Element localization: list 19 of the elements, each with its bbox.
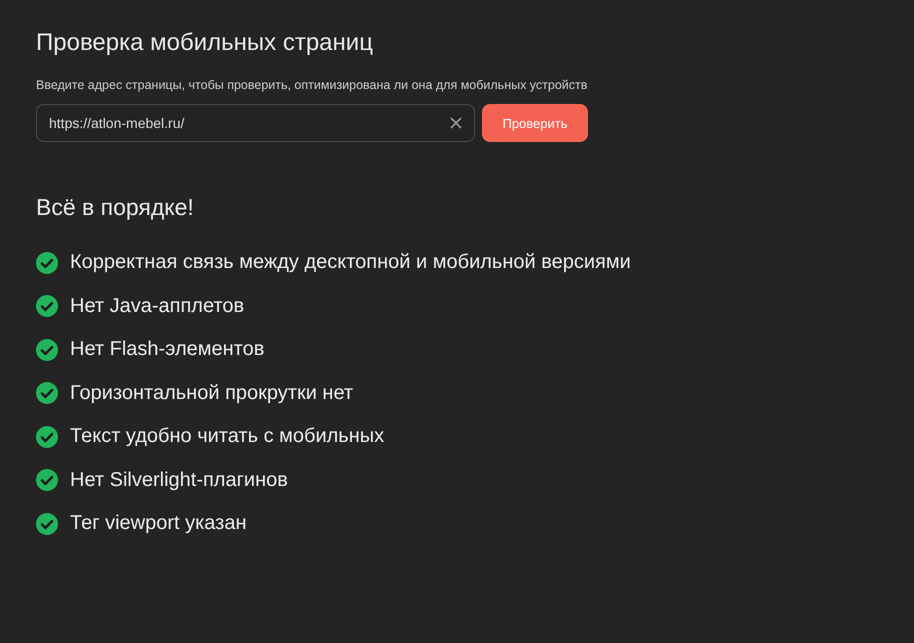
check-result-text: Тег viewport указан: [70, 512, 247, 536]
check-result-text: Нет Java-апплетов: [70, 294, 244, 318]
check-icon: [36, 512, 58, 535]
clear-icon[interactable]: [450, 117, 462, 129]
result-heading: Всё в порядке!: [36, 193, 195, 222]
check-result-text: Нет Flash-элементов: [70, 338, 264, 362]
check-icon: [36, 382, 58, 404]
check-icon: [36, 338, 58, 361]
url-field[interactable]: https://atlon-mebel.ru/: [36, 104, 475, 142]
instruction-text: Введите адрес страницы, чтобы проверить, оптимизирована ли она для мобильных устройств: [36, 78, 588, 92]
check-result-text: Корректная связь между десктопной и мобильной версиями: [70, 251, 631, 274]
check-result-text: Нет Silverlight-плагинов: [70, 468, 288, 492]
check-icon: [36, 295, 58, 318]
check-icon: [36, 469, 58, 492]
check-result-text: Текст удобно читать с мобильных: [70, 425, 384, 448]
check-result-text: Горизонтальной прокрутки нет: [70, 382, 354, 405]
check-icon: [36, 426, 58, 448]
page-title: Проверка мобильных страниц: [36, 28, 374, 58]
check-icon: [36, 252, 58, 274]
